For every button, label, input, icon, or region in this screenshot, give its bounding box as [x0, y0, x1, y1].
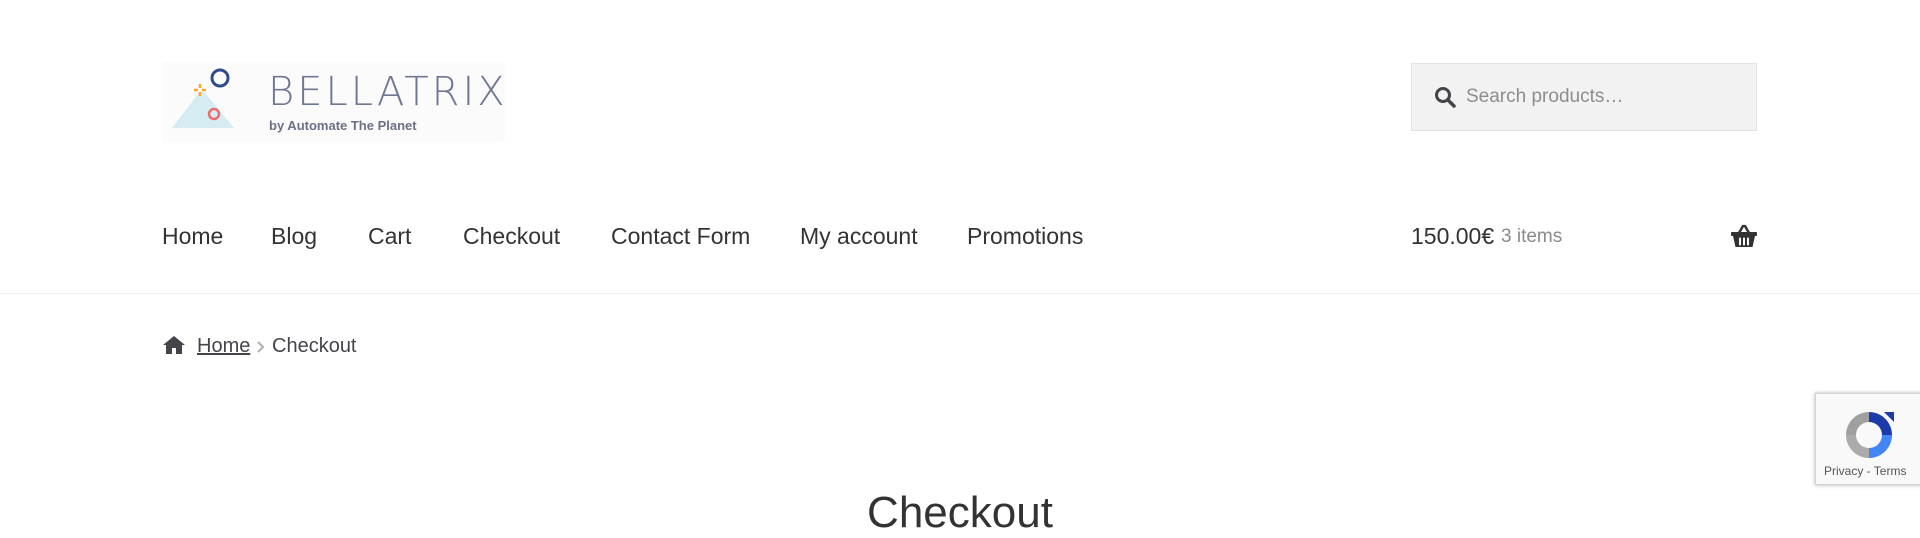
recaptcha-privacy-link[interactable]: Privacy — [1824, 464, 1863, 478]
header-cart[interactable]: 150.00€ 3 items — [1411, 222, 1758, 252]
nav-item-blog[interactable]: Blog — [271, 222, 317, 250]
nav-item-checkout[interactable]: Checkout — [463, 222, 560, 250]
nav-item-contact-form[interactable]: Contact Form — [611, 222, 750, 250]
cart-amount: 150.00€ — [1411, 223, 1495, 249]
product-search — [1411, 63, 1757, 131]
home-icon — [163, 336, 185, 354]
page-title: Checkout — [867, 488, 1053, 537]
site-logo[interactable]: BELLATRIX by Automate The Planet — [162, 62, 505, 142]
nav-item-promotions[interactable]: Promotions — [967, 222, 1083, 250]
chevron-right-icon — [257, 341, 265, 353]
logo-subtitle: by Automate The Planet — [269, 118, 417, 133]
nav-item-cart[interactable]: Cart — [368, 222, 411, 250]
nav-item-my-account[interactable]: My account — [800, 222, 918, 250]
breadcrumb-current: Checkout — [272, 335, 357, 357]
recaptcha-icon — [1846, 412, 1894, 458]
logo-mark-icon — [172, 68, 234, 128]
nav-item-home[interactable]: Home — [162, 222, 223, 250]
search-icon[interactable] — [1434, 86, 1456, 108]
recaptcha-badge[interactable]: Privacy - Terms — [1815, 393, 1920, 485]
header-divider — [0, 293, 1920, 294]
cart-item-count: 3 items — [1501, 226, 1563, 247]
basket-icon[interactable] — [1730, 224, 1758, 248]
logo-title: BELLATRIX — [268, 69, 508, 115]
search-input[interactable] — [1466, 64, 1746, 130]
recaptcha-terms-link[interactable]: Terms — [1874, 464, 1907, 478]
recaptcha-links: Privacy - Terms — [1824, 464, 1906, 478]
breadcrumb-home-link[interactable]: Home — [197, 333, 250, 359]
recaptcha-separator: - — [1863, 464, 1874, 478]
